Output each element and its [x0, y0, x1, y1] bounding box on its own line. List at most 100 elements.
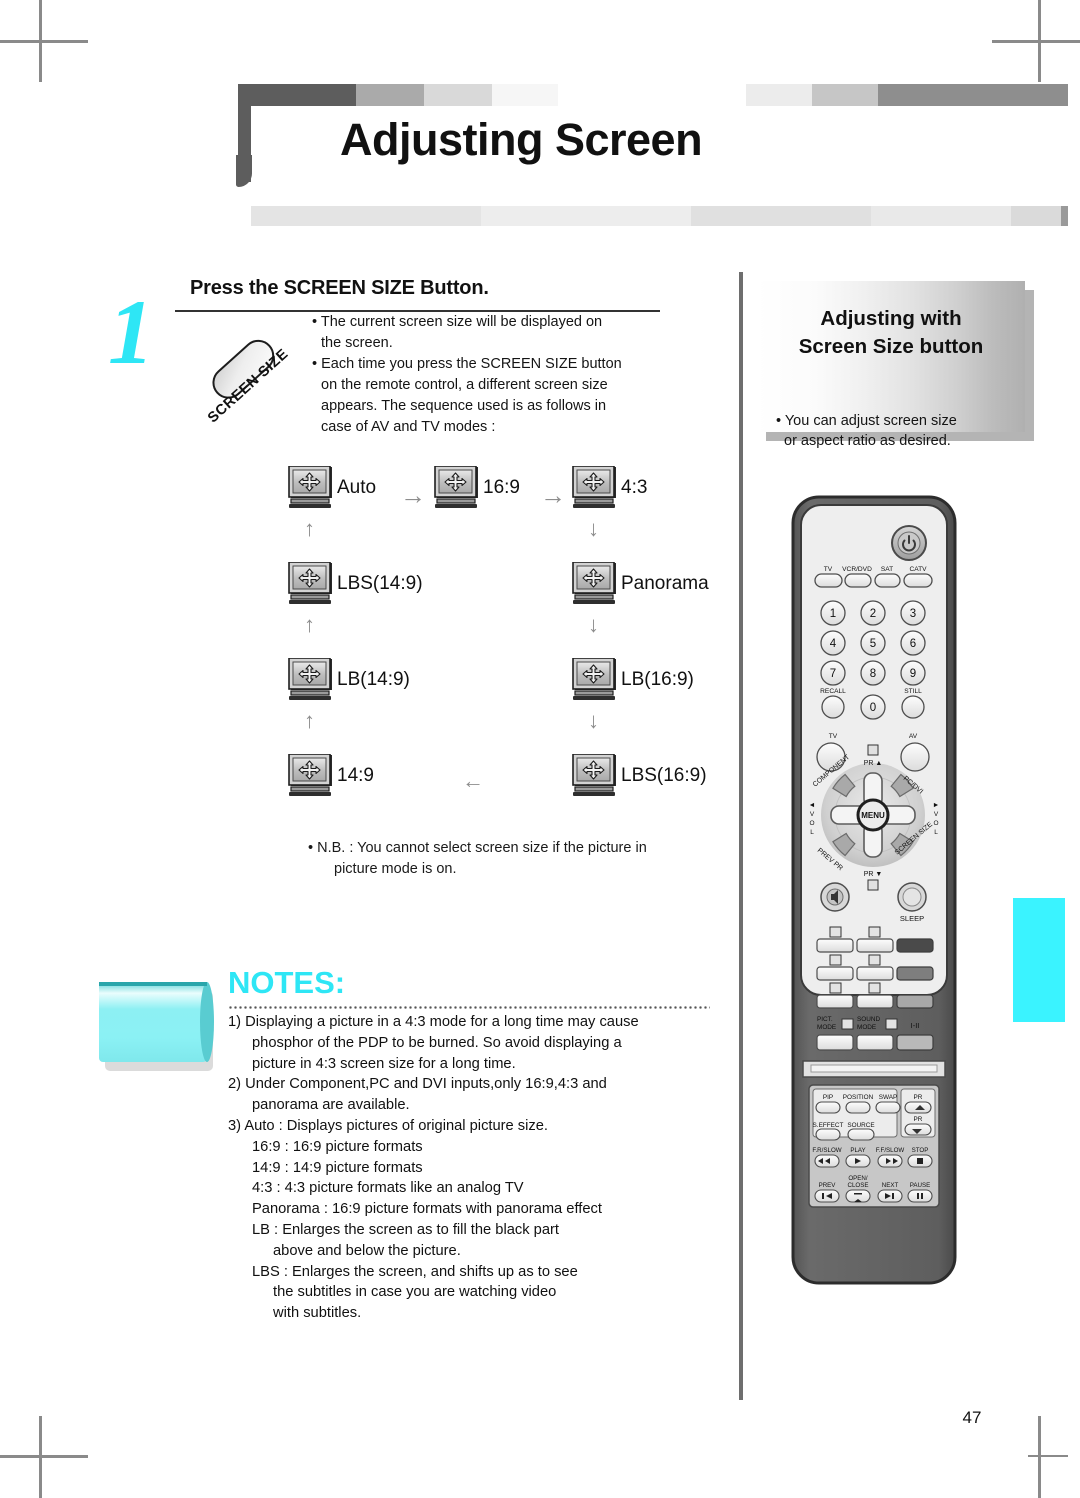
screen-size-monitor-icon: [572, 658, 619, 702]
flow-node-auto: Auto: [288, 466, 376, 510]
notes-item-6: 3) Auto : Displays pictures of original …: [228, 1117, 549, 1134]
header-corner-round: [236, 155, 252, 187]
flow-arrow-down-1: ↓: [588, 516, 599, 541]
notes-item-15: with subtitles.: [273, 1305, 362, 1322]
svg-text:POSITION: POSITION: [843, 1094, 874, 1101]
flow-arrow-up-2: ↑: [304, 612, 315, 637]
crop-mark-bottom-right-v: [1038, 1416, 1041, 1498]
nb-note-line-2: picture mode is on.: [334, 861, 457, 877]
flow-label-lbs-14-9: LBS(14:9): [337, 573, 423, 594]
bullet-2-line-4: case of AV and TV modes :: [321, 419, 496, 435]
notes-divider: [228, 1006, 710, 1009]
notes-item-12: above and below the picture.: [273, 1242, 461, 1259]
svg-text:PIP: PIP: [823, 1094, 833, 1101]
notes-item-9: 4:3 : 4:3 picture formats like an analog…: [252, 1180, 524, 1197]
screen-size-sequence-diagram: Auto → 16:9 → 4:3 ↑ ↓ LBS(14:9) Panorama…: [270, 462, 740, 822]
svg-text:L: L: [810, 829, 814, 836]
screen-size-monitor-icon: [572, 562, 619, 606]
flow-node-16-9: 16:9: [434, 466, 520, 510]
sidebar-title-line-2: Screen Size button: [798, 335, 984, 358]
flow-node-4-3: 4:3: [572, 466, 647, 510]
svg-text:5: 5: [870, 638, 876, 650]
notes-item-10: Panorama : 16:9 picture formats with pan…: [252, 1201, 602, 1218]
crop-mark-top-right-h: [992, 40, 1080, 43]
svg-text:CATV: CATV: [909, 566, 927, 573]
svg-text:RECALL: RECALL: [820, 688, 846, 695]
svg-text:PAUSE: PAUSE: [910, 1182, 931, 1189]
screen-size-button-graphic: SCREEN SIZE: [196, 330, 292, 426]
header-color-band: [238, 84, 1068, 106]
svg-text:MENU: MENU: [861, 811, 885, 820]
flow-arrow-left-1: ←: [462, 768, 484, 793]
svg-text:F.F/SLOW: F.F/SLOW: [876, 1147, 905, 1154]
bullet-2-line-1: • Each time you press the SCREEN SIZE bu…: [312, 356, 622, 372]
svg-text:NEXT: NEXT: [882, 1182, 899, 1189]
flow-arrow-up-1: ↑: [304, 516, 315, 541]
flow-arrow-down-2: ↓: [588, 612, 599, 637]
step-number: 1: [108, 281, 154, 383]
flow-node-lb-14-9: LB(14:9): [288, 658, 410, 702]
sidebar-desc-line-1: • You can adjust screen size: [776, 413, 957, 429]
svg-text:8: 8: [870, 668, 876, 680]
svg-text:MODE: MODE: [857, 1024, 876, 1031]
flow-arrow-up-3: ↑: [304, 708, 315, 733]
flow-node-panorama: Panorama: [572, 562, 709, 606]
svg-text:I-II: I-II: [911, 1021, 920, 1030]
flow-label-auto: Auto: [337, 477, 377, 498]
notes-list: 1) Displaying a picture in a 4:3 mode fo…: [228, 1012, 698, 1324]
flow-node-lbs-16-9: LBS(16:9): [572, 754, 707, 798]
notes-item-2: phosphor of the PDP to be burned. So avo…: [252, 1034, 622, 1051]
svg-text:PICT.: PICT.: [817, 1016, 833, 1023]
svg-text:SOUND: SOUND: [857, 1016, 880, 1023]
sidebar-title: Adjusting with Screen Size button: [757, 305, 1025, 361]
notes-item-7: 16:9 : 16:9 picture formats: [252, 1138, 423, 1155]
svg-text:L: L: [934, 829, 938, 836]
screen-size-monitor-icon: [434, 466, 481, 510]
bullet-1-line-2: the screen.: [321, 335, 393, 351]
nb-note-line-1: • N.B. : You cannot select screen size i…: [308, 840, 647, 856]
remote-control-illustration: TV VCR/DVD SAT CATV 1 2 3 4 5 6 7 8 9 0 RECALL ST…: [791, 495, 957, 1285]
notes-item-11: LB : Enlarges the screen as to fill the …: [252, 1221, 559, 1238]
crop-mark-bottom-right-h: [1028, 1455, 1068, 1457]
svg-text:PR ▲: PR ▲: [864, 760, 883, 767]
svg-text:6: 6: [910, 638, 916, 650]
screen-size-monitor-icon: [288, 562, 335, 606]
screen-size-monitor-icon: [288, 466, 335, 510]
svg-text:AV: AV: [909, 733, 918, 740]
flow-label-16-9: 16:9: [483, 477, 520, 498]
screen-size-monitor-icon: [288, 754, 335, 798]
bullet-2-line-2: on the remote control, a different scree…: [321, 377, 608, 393]
notes-item-5: panorama are available.: [252, 1097, 410, 1114]
page-number: 47: [962, 1408, 982, 1427]
svg-text:PR: PR: [914, 1116, 923, 1123]
flow-node-lbs-14-9: LBS(14:9): [288, 562, 423, 606]
notes-item-8: 14:9 : 14:9 picture formats: [252, 1159, 423, 1176]
svg-text:SAT: SAT: [881, 566, 893, 573]
svg-text:F.R/SLOW: F.R/SLOW: [812, 1147, 841, 1154]
svg-text:OPEN/: OPEN/: [848, 1175, 868, 1182]
step-title: Press the SCREEN SIZE Button.: [190, 277, 489, 299]
svg-text:V: V: [810, 811, 815, 818]
crop-mark-top-left-h: [0, 40, 88, 43]
svg-text:►: ►: [933, 802, 940, 809]
svg-text:O: O: [933, 820, 938, 827]
svg-text:PR: PR: [914, 1094, 923, 1101]
svg-text:2: 2: [870, 608, 876, 620]
header-under-band: [251, 206, 1068, 226]
flow-label-4-3: 4:3: [621, 477, 648, 498]
flow-label-panorama: Panorama: [621, 573, 709, 594]
svg-text:PREV: PREV: [819, 1182, 837, 1189]
flow-node-14-9: 14:9: [288, 754, 374, 798]
flow-label-14-9: 14:9: [337, 765, 374, 786]
flow-arrow-right-1: →: [400, 480, 426, 510]
flow-arrow-down-3: ↓: [588, 708, 599, 733]
svg-text:STILL: STILL: [904, 688, 922, 695]
svg-text:1: 1: [830, 608, 836, 620]
notes-heading: NOTES:: [228, 965, 346, 1000]
notes-cylinder-graphic: [95, 968, 223, 1078]
svg-text:SOURCE: SOURCE: [847, 1122, 874, 1129]
sidebar-desc-line-2: or aspect ratio as desired.: [784, 433, 951, 449]
crop-mark-bottom-left-h: [0, 1455, 88, 1458]
sidebar-title-line-1: Adjusting with: [820, 307, 962, 330]
nb-note: • N.B. : You cannot select screen size i…: [308, 838, 668, 880]
